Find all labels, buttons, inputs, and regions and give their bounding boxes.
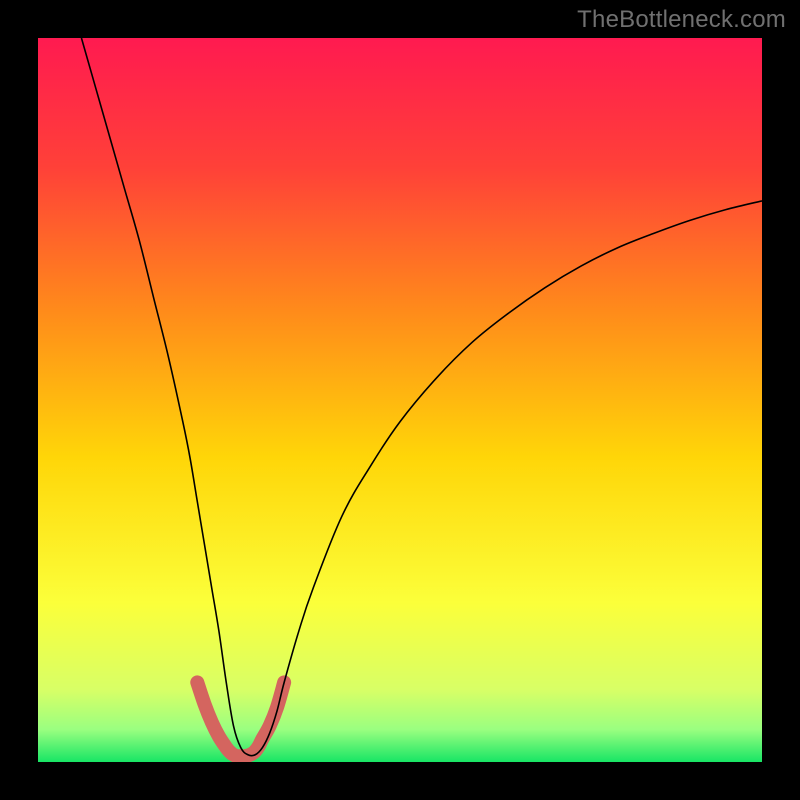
gradient-background — [38, 38, 762, 762]
bottleneck-chart — [0, 0, 800, 800]
chart-frame: TheBottleneck.com — [0, 0, 800, 800]
watermark-text: TheBottleneck.com — [577, 6, 786, 34]
